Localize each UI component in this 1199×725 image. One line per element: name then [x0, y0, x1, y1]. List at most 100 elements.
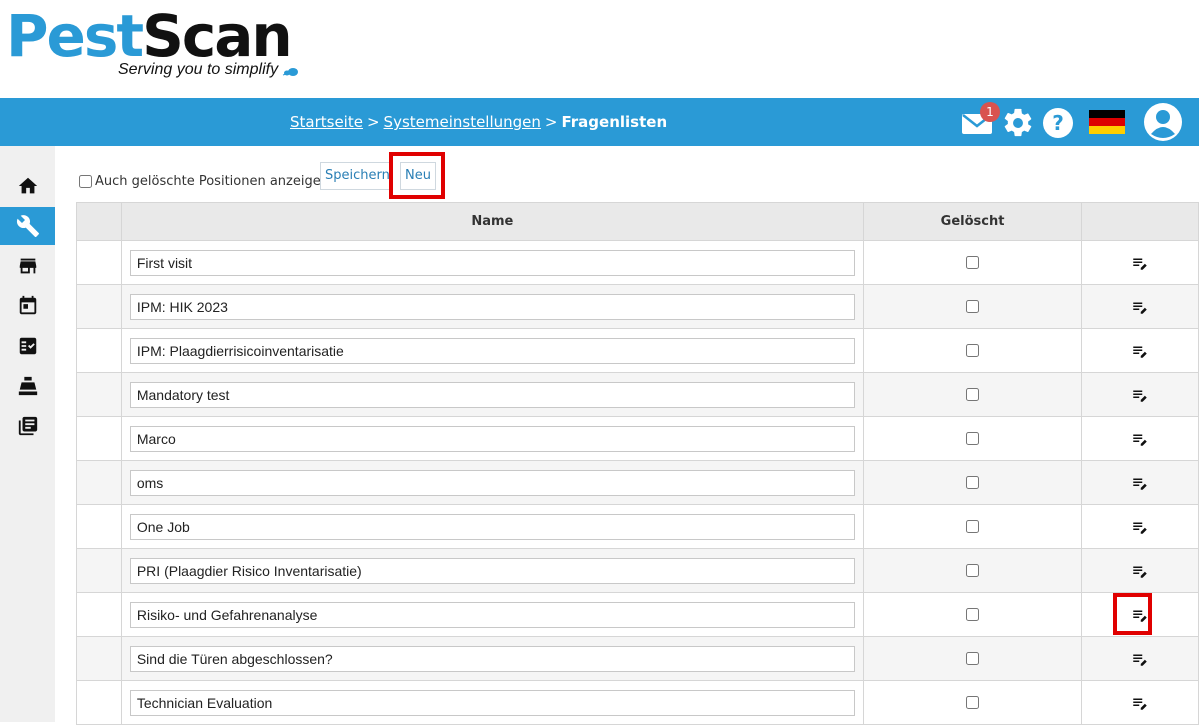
row-name-cell [120, 240, 864, 285]
row-name-input[interactable] [129, 601, 855, 628]
row-name-cell [120, 328, 864, 373]
calendar-icon [19, 295, 36, 315]
table-row [76, 284, 1199, 329]
edit-list-icon[interactable] [1131, 650, 1149, 668]
row-name-cell [120, 592, 864, 637]
edit-list-icon[interactable] [1131, 606, 1149, 624]
row-name-input[interactable] [129, 645, 855, 672]
row-deleted-cell [862, 680, 1083, 725]
table-row [76, 416, 1199, 461]
row-action-cell [1081, 680, 1199, 725]
row-name-input[interactable] [129, 513, 855, 540]
edit-list-icon[interactable] [1131, 386, 1149, 404]
edit-list-icon[interactable] [1131, 254, 1149, 272]
table-row [76, 636, 1199, 681]
show-deleted-option: Auch gelöschte Positionen anzeigen [79, 174, 329, 189]
row-name-input[interactable] [129, 249, 855, 276]
row-deleted-cell [862, 240, 1083, 285]
row-blank-cell [76, 240, 122, 285]
edit-list-icon[interactable] [1131, 562, 1149, 580]
logo-tagline: Serving you to simplify [118, 61, 279, 78]
row-action-cell [1081, 284, 1199, 329]
edit-list-icon[interactable] [1131, 298, 1149, 316]
logo-scan-text: Scan [142, 2, 293, 70]
row-name-cell [120, 372, 864, 417]
pestscan-logo[interactable]: PestScan [6, 2, 293, 70]
row-deleted-checkbox[interactable] [966, 652, 980, 665]
row-deleted-cell [862, 504, 1083, 549]
row-name-input[interactable] [129, 337, 855, 364]
save-button[interactable]: Speichern [320, 162, 390, 190]
row-deleted-checkbox[interactable] [966, 388, 980, 401]
edit-list-icon[interactable] [1131, 342, 1149, 360]
row-deleted-cell [862, 548, 1083, 593]
row-deleted-cell [862, 284, 1083, 329]
row-deleted-checkbox[interactable] [966, 696, 980, 709]
row-deleted-checkbox[interactable] [966, 520, 980, 533]
row-blank-cell [76, 636, 122, 681]
column-header-deleted: Gelöscht [862, 202, 1083, 241]
row-name-input[interactable] [129, 557, 855, 584]
sidebar-item-calendar[interactable] [0, 287, 55, 325]
edit-list-icon[interactable] [1131, 474, 1149, 492]
wrench-icon [16, 215, 39, 237]
breadcrumb-settings-link[interactable]: Systemeinstellungen [384, 113, 541, 131]
row-deleted-cell [862, 372, 1083, 417]
sidebar-item-store[interactable] [0, 247, 55, 285]
row-blank-cell [76, 284, 122, 329]
row-deleted-checkbox[interactable] [966, 476, 980, 489]
row-name-input[interactable] [129, 469, 855, 496]
row-name-input[interactable] [129, 689, 855, 716]
home-icon [18, 177, 37, 194]
row-name-input[interactable] [129, 381, 855, 408]
show-deleted-label: Auch gelöschte Positionen anzeigen [95, 174, 329, 189]
row-action-cell [1081, 328, 1199, 373]
row-deleted-checkbox[interactable] [966, 344, 980, 357]
row-deleted-checkbox[interactable] [966, 608, 980, 621]
user-avatar-icon [1144, 103, 1182, 141]
edit-list-icon[interactable] [1131, 694, 1149, 712]
row-deleted-checkbox[interactable] [966, 432, 980, 445]
sidebar-item-checklist[interactable] [0, 327, 55, 365]
logo-pest-text: Pest [6, 2, 144, 70]
mail-count-badge: 1 [980, 102, 1000, 122]
row-deleted-checkbox[interactable] [966, 256, 980, 269]
table-row [76, 240, 1199, 285]
show-deleted-checkbox[interactable] [79, 175, 92, 188]
user-menu-button[interactable] [1143, 102, 1183, 142]
row-name-cell [120, 548, 864, 593]
settings-button[interactable] [1001, 106, 1035, 140]
row-deleted-checkbox[interactable] [966, 300, 980, 313]
row-deleted-checkbox[interactable] [966, 564, 980, 577]
new-button[interactable]: Neu [400, 162, 436, 190]
row-action-cell [1081, 372, 1199, 417]
row-name-input[interactable] [129, 425, 855, 452]
row-action-cell [1081, 636, 1199, 681]
help-button[interactable]: ? [1041, 106, 1075, 140]
row-blank-cell [76, 372, 122, 417]
sidebar-item-home[interactable] [0, 167, 55, 205]
sidebar-item-library[interactable] [0, 407, 55, 445]
header-logo-area: PestScan Serving you to simplify [0, 0, 1199, 98]
sidebar-item-cash-register[interactable] [0, 367, 55, 405]
edit-list-icon[interactable] [1131, 430, 1149, 448]
table-row [76, 548, 1199, 593]
edit-list-icon[interactable] [1131, 518, 1149, 536]
german-flag-icon [1089, 110, 1125, 134]
row-name-input[interactable] [129, 293, 855, 320]
library-icon [18, 416, 37, 436]
breadcrumb-home-link[interactable]: Startseite [290, 113, 363, 131]
bug-icon [282, 68, 298, 76]
row-blank-cell [76, 328, 122, 373]
table-row [76, 592, 1199, 637]
row-action-cell [1081, 460, 1199, 505]
table-row [76, 460, 1199, 505]
mail-button[interactable]: 1 [961, 102, 1000, 140]
row-deleted-cell [862, 592, 1083, 637]
checklist-icon [19, 337, 36, 355]
sidebar [0, 146, 55, 722]
row-action-cell [1081, 240, 1199, 285]
language-button[interactable] [1089, 110, 1125, 134]
row-name-cell [120, 416, 864, 461]
sidebar-item-settings[interactable] [0, 207, 55, 245]
